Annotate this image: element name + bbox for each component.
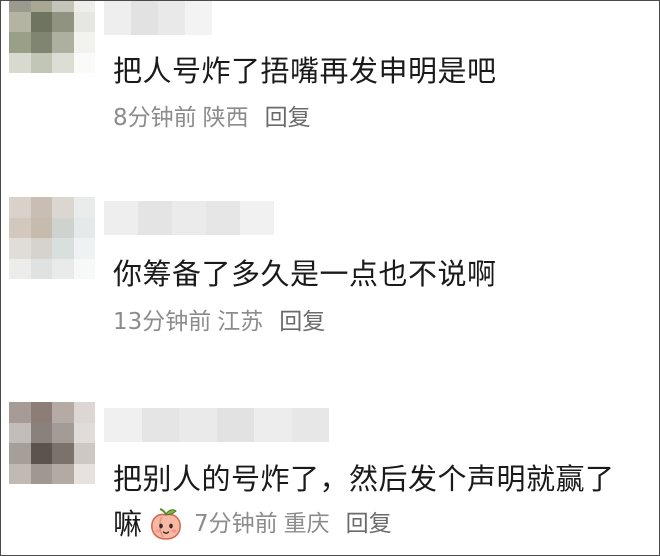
comment-location: 重庆 <box>283 511 330 537</box>
username-blurred[interactable] <box>104 1 212 35</box>
reply-button[interactable]: 回复 <box>265 105 311 131</box>
comment-time: 7分钟前 <box>194 511 278 537</box>
avatar[interactable] <box>9 402 95 484</box>
reply-button[interactable]: 回复 <box>279 309 325 335</box>
username-blurred[interactable] <box>104 408 329 442</box>
comment-list: 把人号炸了捂嘴再发申明是吧 8分钟前 陕西 回复 你筹备了多久是一点也不说啊 13分… <box>0 0 660 556</box>
comment-text-line1: 把别人的号炸了，然后发个声明就赢了 <box>113 462 615 496</box>
comment-meta: 8分钟前 陕西 回复 <box>113 105 311 131</box>
peach-face-emoji-icon <box>148 506 184 542</box>
comment-time: 13分钟前 <box>113 309 212 335</box>
reply-button[interactable]: 回复 <box>346 511 392 537</box>
comment-time: 8分钟前 <box>113 105 197 131</box>
comment-text: 你筹备了多久是一点也不说啊 <box>113 257 497 291</box>
comment-location: 江苏 <box>217 309 264 335</box>
comment-text-line2: 嘛 <box>113 507 143 541</box>
comment-meta: 7分钟前 重庆 回复 <box>194 511 392 537</box>
username-blurred[interactable] <box>104 201 274 235</box>
comment-location: 陕西 <box>202 105 249 131</box>
avatar[interactable] <box>9 197 95 279</box>
comment-footer: 嘛 7分钟前 重庆 回复 <box>113 506 392 542</box>
avatar[interactable] <box>9 1 95 73</box>
comment-meta: 13分钟前 江苏 回复 <box>113 309 325 335</box>
comment-text: 把人号炸了捂嘴再发申明是吧 <box>113 54 497 88</box>
